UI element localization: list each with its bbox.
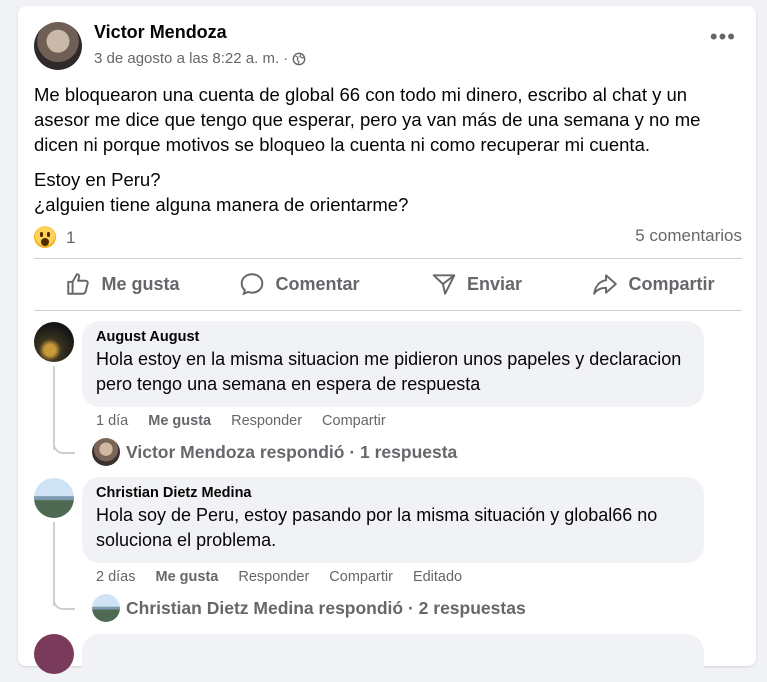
share-label: Compartir	[628, 273, 715, 294]
comment-like-button[interactable]: Me gusta	[148, 413, 211, 429]
like-button[interactable]: Me gusta	[34, 259, 211, 309]
comment-bubble: Christian Dietz Medina Hola soy de Peru,…	[82, 477, 704, 563]
reply-avatar	[92, 438, 120, 466]
comment-time[interactable]: 1 día	[96, 413, 128, 429]
send-label: Enviar	[466, 273, 523, 294]
post-card: Victor Mendoza 3 de agosto a las 8:22 a.…	[18, 6, 756, 682]
comment-button[interactable]: Comentar	[211, 259, 388, 309]
commenter-avatar[interactable]	[34, 634, 74, 674]
share-button[interactable]: Compartir	[565, 259, 742, 309]
comment-meta: 2 días Me gusta Responder Compartir Edit…	[96, 569, 462, 585]
author-avatar[interactable]	[34, 22, 82, 70]
send-icon	[432, 274, 456, 295]
comment-meta: 1 día Me gusta Responder Compartir	[96, 413, 386, 429]
comment-text: Hola soy de Peru, estoy pasando por la m…	[96, 505, 658, 550]
comments-count[interactable]: 5 comentarios	[635, 226, 742, 246]
post-actions: Me gusta Comentar Enviar Compartir	[34, 259, 742, 309]
thread-line	[53, 522, 55, 606]
comment-edited-label: Editado	[412, 569, 463, 585]
replies-text: Christian Dietz Medina respondió · 2 res…	[126, 597, 526, 618]
globe-icon	[292, 52, 306, 65]
send-button[interactable]: Enviar	[388, 259, 565, 309]
divider	[34, 310, 742, 311]
wow-reaction-icon[interactable]	[34, 226, 56, 248]
post-paragraph: Me bloquearon una cuenta de global 66 co…	[34, 84, 701, 155]
comment-reply-button[interactable]: Responder	[238, 569, 309, 585]
thread-connector	[53, 596, 75, 610]
commenter-name[interactable]: Christian Dietz Medina	[96, 485, 690, 501]
comment-bubble: August August Hola estoy en la misma sit…	[82, 321, 704, 407]
thread-connector	[53, 440, 75, 454]
commenter-avatar[interactable]	[34, 322, 74, 362]
post-timestamp[interactable]: 3 de agosto a las 8:22 a. m. ·	[94, 50, 288, 67]
post-line: Estoy en Peru?	[34, 169, 161, 190]
replies-text: Victor Mendoza respondió · 1 respuesta	[126, 441, 458, 462]
post-body: Me bloquearon una cuenta de global 66 co…	[34, 82, 734, 217]
comment-icon	[241, 273, 264, 296]
view-replies-link[interactable]: Christian Dietz Medina respondió · 2 res…	[92, 594, 526, 622]
view-replies-link[interactable]: Victor Mendoza respondió · 1 respuesta	[92, 438, 457, 466]
comment-time[interactable]: 2 días	[96, 569, 136, 585]
reaction-row: 1 5 comentarios	[34, 226, 742, 250]
share-icon	[593, 274, 618, 295]
like-label: Me gusta	[101, 273, 180, 294]
thumbs-up-icon	[67, 273, 90, 295]
reply-avatar	[92, 594, 120, 622]
post-meta: 3 de agosto a las 8:22 a. m. ·	[94, 50, 306, 67]
commenter-avatar[interactable]	[34, 478, 74, 518]
comment-text: Hola estoy en la misma situacion me pidi…	[96, 349, 682, 394]
comment-like-button[interactable]: Me gusta	[156, 569, 219, 585]
post-line: ¿alguien tiene alguna manera de orientar…	[34, 194, 409, 215]
comment-share-button[interactable]: Compartir	[322, 413, 386, 429]
author-name[interactable]: Victor Mendoza	[94, 22, 227, 43]
reaction-count[interactable]: 1	[66, 228, 75, 248]
comment-bubble	[82, 634, 704, 682]
comment-reply-button[interactable]: Responder	[231, 413, 302, 429]
comment-share-button[interactable]: Compartir	[329, 569, 393, 585]
more-options-icon[interactable]: •••	[710, 26, 736, 48]
comment-label: Comentar	[275, 273, 360, 294]
thread-line	[53, 366, 55, 450]
commenter-name[interactable]: August August	[96, 329, 690, 345]
